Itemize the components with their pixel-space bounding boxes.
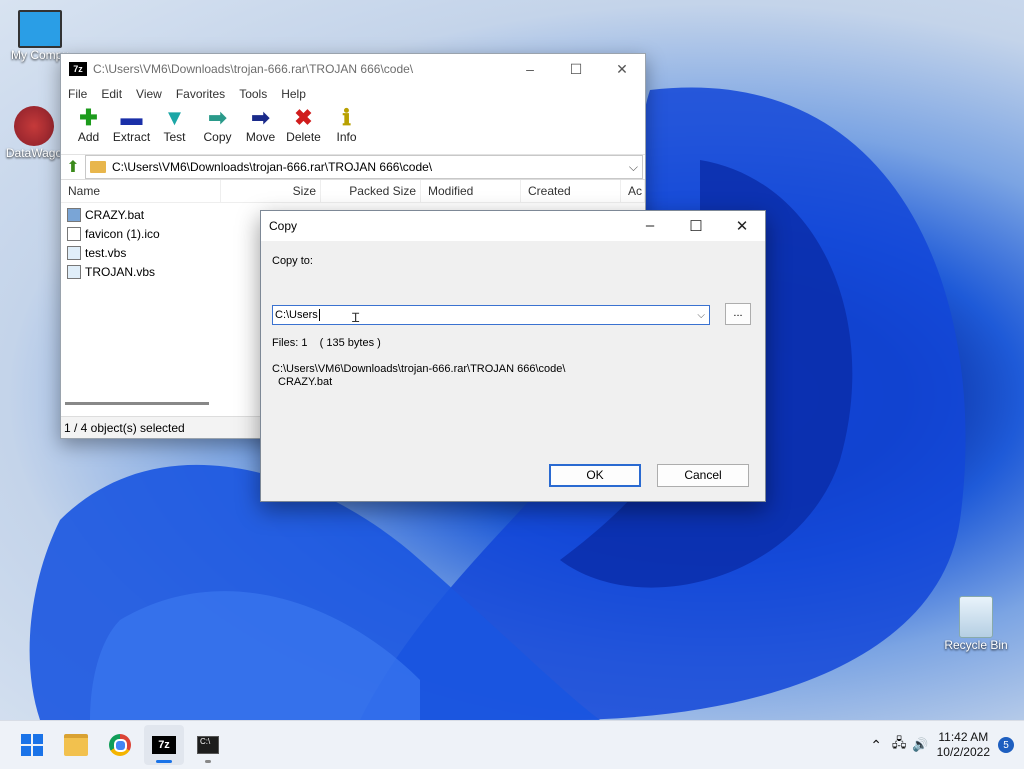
title-bar[interactable]: 7z C:\Users\VM6\Downloads\trojan-666.rar…	[61, 54, 645, 84]
start-icon	[21, 734, 43, 756]
maximize-button[interactable]: ☐	[553, 61, 599, 78]
move-button[interactable]: ➡ Move	[239, 104, 282, 154]
close-button[interactable]: ✕	[599, 61, 645, 78]
text-cursor	[318, 309, 320, 321]
chrome-icon	[109, 734, 131, 756]
window-title: C:\Users\VM6\Downloads\trojan-666.rar\TR…	[93, 62, 414, 76]
taskbar: 7z C:\ ⌃ 🖧 🔊 11:42 AM 10/2/2022 5	[0, 720, 1024, 769]
horizontal-scrollbar[interactable]	[65, 402, 209, 405]
folder-icon	[90, 161, 106, 173]
desktop-icon-label: Recycle Bin	[944, 638, 1008, 652]
vbs-file-icon	[67, 245, 81, 260]
copy-button[interactable]: ➡ Copy	[196, 104, 239, 154]
datawagon-icon	[14, 106, 54, 146]
test-button[interactable]: ▼ Test	[153, 104, 196, 154]
bat-file-icon	[67, 207, 81, 222]
ok-button[interactable]: OK	[549, 464, 641, 487]
menu-edit[interactable]: Edit	[101, 87, 122, 101]
minus-icon: ▬	[120, 105, 143, 130]
chrome-button[interactable]	[100, 725, 140, 765]
system-tray: ⌃ 🖧 🔊 11:42 AM 10/2/2022 5	[870, 730, 1014, 760]
menu-tools[interactable]: Tools	[239, 87, 267, 101]
add-button[interactable]: ✚ Add	[67, 104, 110, 154]
address-bar: ⬆ C:\Users\VM6\Downloads\trojan-666.rar\…	[61, 155, 645, 180]
up-folder-icon[interactable]: ⬆	[61, 157, 85, 177]
maximize-button[interactable]: ☐	[673, 217, 719, 235]
column-size[interactable]: Size	[221, 180, 321, 202]
column-modified[interactable]: Modified	[421, 180, 521, 202]
copy-to-input[interactable]: C:\Users Ɪ ⌵	[272, 305, 710, 325]
recycle-bin-icon	[959, 596, 993, 638]
menu-view[interactable]: View	[136, 87, 162, 101]
7zip-logo-icon: 7z	[69, 62, 87, 76]
test-checkmark-icon: ▼	[163, 105, 186, 130]
dialog-title-bar[interactable]: Copy – ☐ ✕	[261, 211, 765, 241]
monitor-icon	[18, 10, 62, 48]
files-info: Files: 1 ( 135 bytes )	[272, 337, 381, 349]
copy-to-label: Copy to:	[272, 255, 313, 267]
chevron-up-icon[interactable]: ⌃	[870, 737, 882, 754]
delete-x-icon: ✖	[294, 105, 313, 130]
delete-button[interactable]: ✖ Delete	[282, 104, 325, 154]
menu-bar: File Edit View Favorites Tools Help	[61, 84, 645, 104]
network-icon[interactable]: 🖧	[892, 734, 907, 756]
menu-help[interactable]: Help	[281, 87, 306, 101]
start-button[interactable]	[12, 725, 52, 765]
move-arrow-icon: ➡	[251, 105, 270, 130]
status-text: 1 / 4 object(s) selected	[64, 420, 185, 435]
close-button[interactable]: ✕	[719, 217, 765, 235]
cancel-button[interactable]: Cancel	[657, 464, 749, 487]
chevron-down-icon[interactable]: ⌵	[629, 160, 638, 175]
column-created[interactable]: Created	[521, 180, 621, 202]
browse-button[interactable]: ...	[725, 303, 751, 325]
ibeam-cursor-icon: Ɪ	[352, 310, 360, 325]
minimize-button[interactable]: –	[507, 61, 553, 78]
dialog-body: Copy to: C:\Users Ɪ ⌵ ... Files: 1 ( 135…	[261, 241, 765, 501]
clock[interactable]: 11:42 AM 10/2/2022	[937, 730, 990, 760]
copy-dialog: Copy – ☐ ✕ Copy to: C:\Users Ɪ ⌵ ... Fil…	[260, 210, 766, 502]
copy-arrow-icon: ➡	[208, 105, 227, 130]
column-accessed[interactable]: Ac	[621, 180, 645, 202]
info-button[interactable]: ℹ Info	[325, 104, 368, 154]
plus-icon: ✚	[79, 105, 98, 130]
minimize-button[interactable]: –	[627, 217, 673, 235]
terminal-icon: C:\	[197, 736, 219, 754]
column-packed-size[interactable]: Packed Size	[321, 180, 421, 202]
path-input[interactable]: C:\Users\VM6\Downloads\trojan-666.rar\TR…	[85, 155, 643, 179]
vbs-file-icon	[67, 264, 81, 279]
menu-file[interactable]: File	[68, 87, 87, 101]
source-file: CRAZY.bat	[278, 376, 333, 388]
chevron-down-icon[interactable]: ⌵	[697, 310, 705, 321]
7zip-taskbar-button[interactable]: 7z	[144, 725, 184, 765]
file-explorer-icon	[64, 734, 88, 756]
notification-badge[interactable]: 5	[998, 737, 1014, 753]
toolbar: ✚ Add ▬ Extract ▼ Test ➡ Copy ➡ Move ✖ D…	[61, 104, 645, 155]
7zip-icon: 7z	[152, 736, 176, 754]
source-path: C:\Users\VM6\Downloads\trojan-666.rar\TR…	[272, 363, 566, 375]
column-headers: Name Size Packed Size Modified Created A…	[61, 180, 645, 203]
file-explorer-button[interactable]	[56, 725, 96, 765]
dialog-title: Copy	[269, 219, 298, 233]
terminal-button[interactable]: C:\	[188, 725, 228, 765]
ico-file-icon	[67, 226, 81, 241]
volume-icon[interactable]: 🔊	[912, 737, 928, 753]
menu-favorites[interactable]: Favorites	[176, 87, 225, 101]
info-icon: ℹ	[342, 105, 351, 130]
desktop-icon-recycle-bin[interactable]: Recycle Bin	[936, 596, 1016, 652]
extract-button[interactable]: ▬ Extract	[110, 104, 153, 154]
column-name[interactable]: Name	[61, 180, 221, 202]
clock-time: 11:42 AM	[938, 730, 989, 744]
clock-date: 10/2/2022	[936, 745, 990, 759]
